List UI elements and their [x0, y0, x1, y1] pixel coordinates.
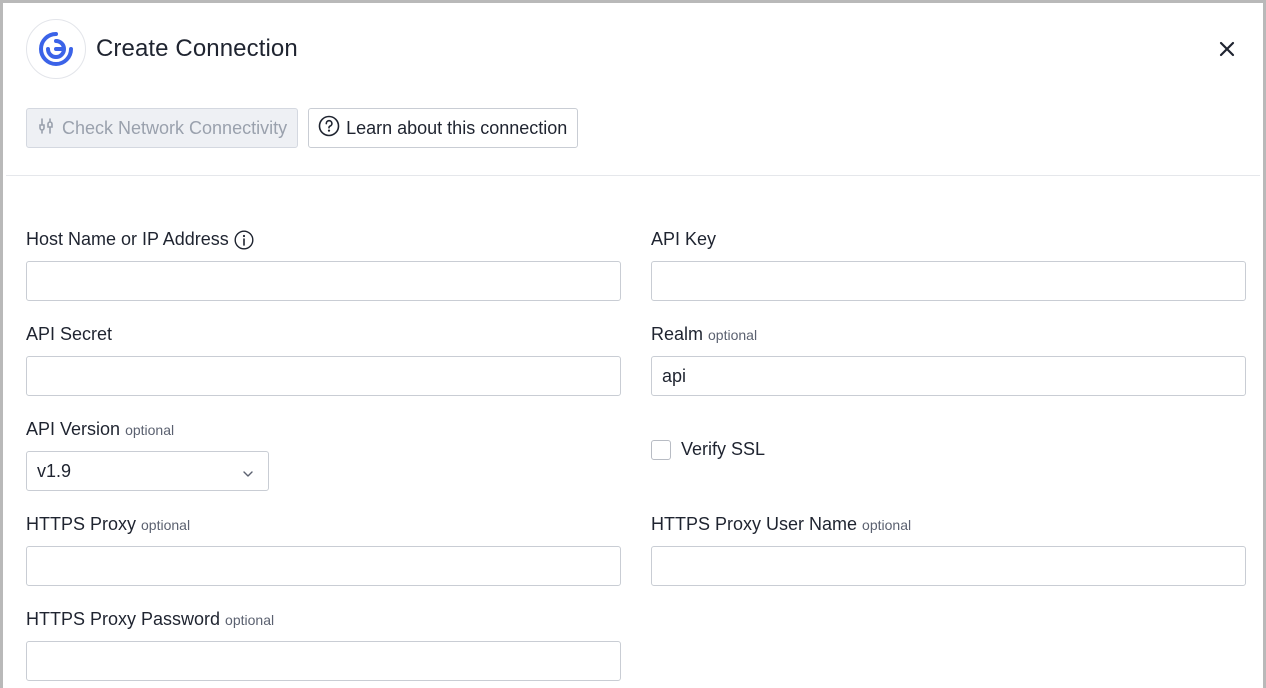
- https-proxy-password-label: HTTPS Proxy Password optional: [26, 609, 621, 631]
- verify-ssl-label: Verify SSL: [681, 439, 766, 459]
- https-proxy-user-label: HTTPS Proxy User Name optional: [651, 514, 1246, 536]
- check-network-connectivity-button[interactable]: Check Network Connectivity: [26, 108, 299, 148]
- https-proxy-field: HTTPS Proxy optional: [26, 514, 621, 586]
- api-key-field: API Key: [651, 229, 1246, 301]
- api-version-select[interactable]: v1.9: [26, 451, 269, 491]
- https-proxy-label: HTTPS Proxy optional: [26, 514, 621, 536]
- https-proxy-user-input[interactable]: [651, 546, 1246, 586]
- verify-ssl-option[interactable]: Verify SSL: [651, 439, 765, 460]
- host-label: Host Name or IP Address: [26, 229, 621, 251]
- realm-field: Realm optional api: [651, 324, 1246, 396]
- api-secret-label: API Secret: [26, 324, 621, 346]
- dialog-title: Create Connection: [96, 35, 298, 62]
- api-version-label: API Version optional: [26, 419, 269, 441]
- https-proxy-user-field: HTTPS Proxy User Name optional: [651, 514, 1246, 586]
- https-proxy-password-label-text: HTTPS Proxy Password: [26, 609, 221, 629]
- host-label-text: Host Name or IP Address: [26, 229, 229, 249]
- verify-ssl-checkbox[interactable]: [651, 439, 671, 460]
- realm-input[interactable]: api: [651, 356, 1246, 396]
- dialog-header: Create Connection: [26, 18, 1240, 80]
- connector-logo-icon: [26, 19, 86, 79]
- learn-about-connection-button[interactable]: Learn about this connection: [308, 108, 579, 148]
- https-proxy-optional-tag: optional: [141, 517, 191, 533]
- network-plug-icon: [36, 116, 56, 141]
- question-circle-icon: [318, 115, 340, 142]
- close-icon[interactable]: [1214, 36, 1240, 62]
- host-input[interactable]: [26, 261, 621, 301]
- https-proxy-password-optional-tag: optional: [225, 612, 275, 628]
- api-key-label: API Key: [651, 229, 1246, 251]
- api-secret-label-text: API Secret: [26, 324, 113, 344]
- api-key-input[interactable]: [651, 261, 1246, 301]
- api-key-label-text: API Key: [651, 229, 717, 249]
- info-icon[interactable]: [234, 230, 254, 250]
- api-secret-input[interactable]: [26, 356, 621, 396]
- https-proxy-label-text: HTTPS Proxy: [26, 514, 137, 534]
- https-proxy-user-label-text: HTTPS Proxy User Name: [651, 514, 858, 534]
- realm-label-text: Realm: [651, 324, 704, 344]
- realm-optional-tag: optional: [708, 327, 758, 343]
- api-version-field: API Version optional v1.9: [26, 419, 269, 491]
- learn-about-connection-label: Learn about this connection: [346, 117, 568, 138]
- header-divider: [6, 175, 1260, 176]
- https-proxy-user-optional-tag: optional: [862, 517, 912, 533]
- https-proxy-password-input[interactable]: [26, 641, 621, 681]
- api-version-optional-tag: optional: [125, 422, 175, 438]
- api-secret-field: API Secret: [26, 324, 621, 396]
- dialog-toolbar: Check Network Connectivity Learn about t…: [26, 108, 579, 148]
- https-proxy-password-field: HTTPS Proxy Password optional: [26, 609, 621, 681]
- host-field: Host Name or IP Address: [26, 229, 621, 301]
- chevron-down-icon: [242, 464, 254, 485]
- api-version-label-text: API Version: [26, 419, 121, 439]
- check-network-connectivity-label: Check Network Connectivity: [62, 117, 288, 138]
- api-version-value: v1.9: [37, 460, 72, 481]
- realm-label: Realm optional: [651, 324, 1246, 346]
- create-connection-dialog: Create Connection Check Network Connecti…: [0, 0, 1266, 688]
- https-proxy-input[interactable]: [26, 546, 621, 586]
